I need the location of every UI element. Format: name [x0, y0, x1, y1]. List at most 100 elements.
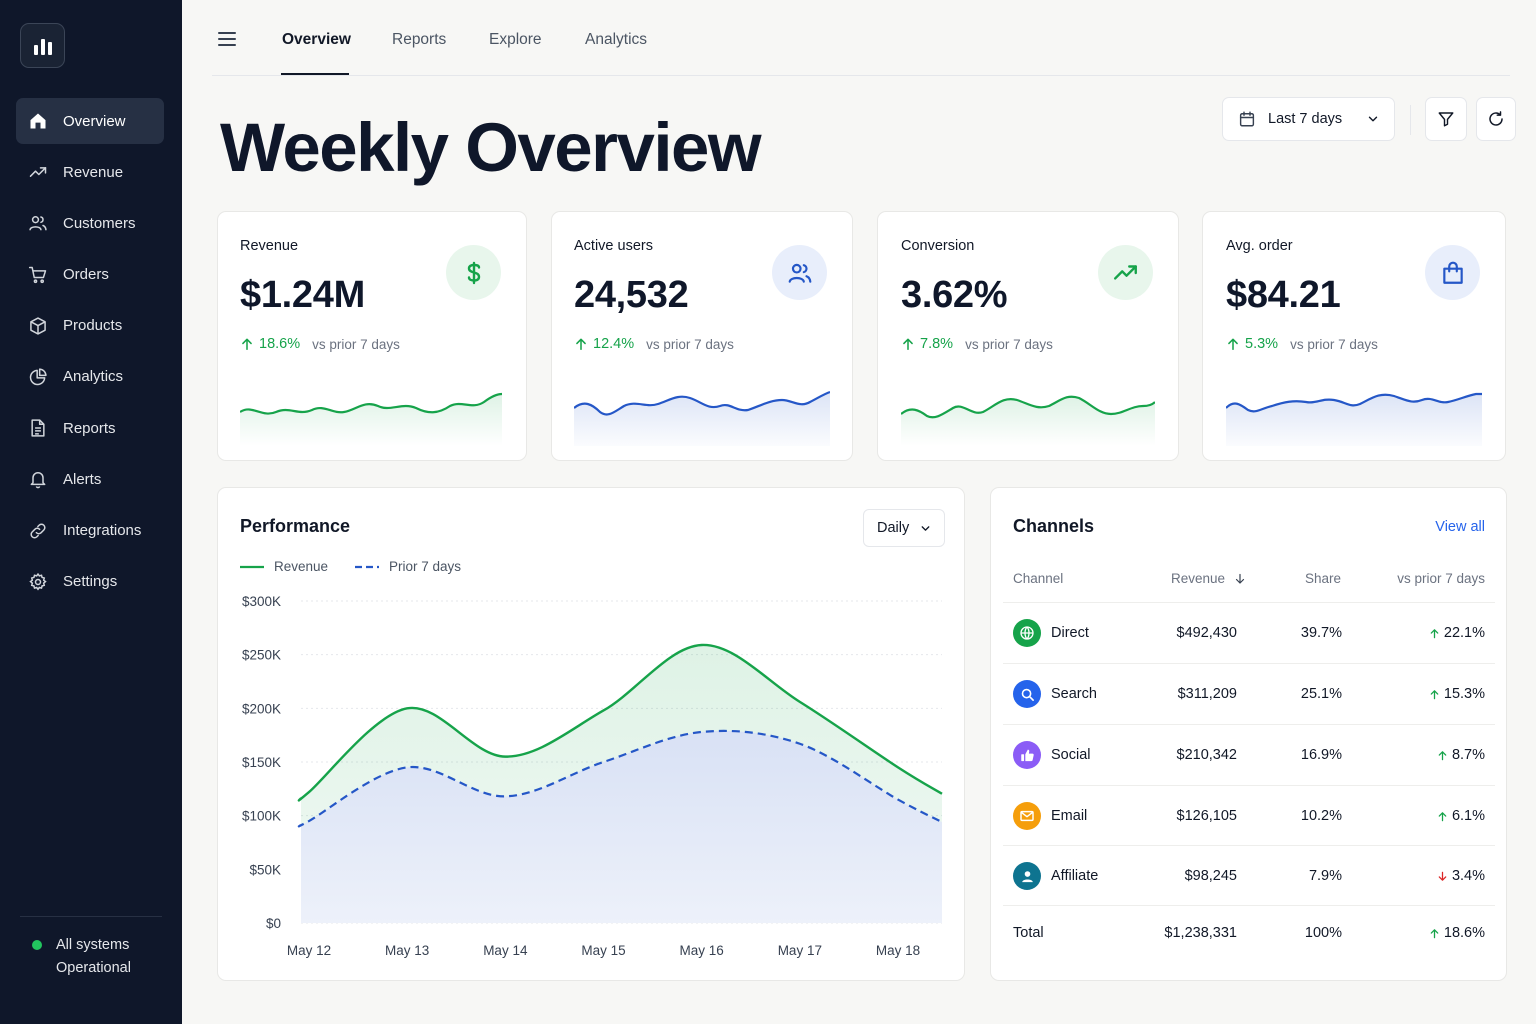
- channel-change: 6.1%: [1437, 808, 1485, 824]
- arrow-up-icon: [903, 338, 913, 351]
- filter-icon: [1438, 112, 1454, 127]
- channel-row[interactable]: Social $210,342 16.9% 8.7%: [1003, 724, 1495, 784]
- sidebar-item-settings[interactable]: Settings: [16, 559, 164, 605]
- sidebar-nav: Overview Revenue Customers Orders Produc…: [16, 98, 164, 610]
- filter-button[interactable]: [1425, 97, 1467, 141]
- channels-card: Channels View all Channel Revenue Share …: [990, 487, 1507, 981]
- calendar-icon: [1239, 111, 1255, 127]
- total-row: Total $1,238,331 100% 18.6%: [1003, 905, 1495, 965]
- channel-share: 10.2%: [1300, 808, 1342, 824]
- kpi-change: 7.8% vs prior 7 days: [901, 336, 1053, 352]
- status-dot: [32, 940, 42, 950]
- arrow-up-icon: [1438, 811, 1447, 821]
- tab-explore[interactable]: Explore: [489, 31, 542, 49]
- tab-overview[interactable]: Overview: [282, 31, 351, 49]
- conversion-sparkline: [901, 395, 1155, 446]
- channel-change: 15.3%: [1429, 686, 1485, 702]
- refresh-button[interactable]: [1476, 97, 1516, 141]
- box-icon: [30, 317, 46, 335]
- kpi-label: Revenue: [240, 238, 299, 254]
- chart-series: [297, 643, 943, 923]
- arrow-down-icon: [1438, 871, 1447, 881]
- kpi-value: 24,532: [574, 274, 689, 316]
- channel-name: Search: [1051, 686, 1097, 702]
- performance-chart: $300K $250K $200K $150K $100K $50K $0 May 12 May…: [242, 594, 943, 958]
- trending-up-icon: [1113, 264, 1137, 280]
- system-status: All systems Operational: [32, 934, 131, 980]
- sidebar-item-revenue[interactable]: Revenue: [16, 149, 164, 195]
- performance-card: Performance Daily Revenue Prior 7 days $…: [217, 487, 965, 981]
- sidebar-item-overview[interactable]: Overview: [16, 98, 164, 144]
- view-all-link[interactable]: View all: [1435, 519, 1485, 535]
- status-line-2: Operational: [56, 960, 131, 976]
- revenue-sparkline: [240, 392, 502, 446]
- channel-name: Email: [1051, 808, 1088, 824]
- user-icon: [1021, 870, 1033, 882]
- column-header-share[interactable]: Share: [1305, 571, 1341, 586]
- channel-row[interactable]: Search $311,209 25.1% 15.3%: [1003, 663, 1495, 723]
- kpi-change-value: 12.4%: [593, 336, 635, 352]
- sidebar-item-label: Integrations: [63, 522, 142, 539]
- channel-revenue: $311,209: [1177, 686, 1237, 702]
- y-tick-label: $200K: [242, 701, 281, 716]
- dollar-icon: [467, 261, 480, 284]
- sidebar-item-analytics[interactable]: Analytics: [16, 354, 164, 400]
- kpi-card-avg-order: Avg. order $84.21 5.3% vs prior 7 days: [1202, 211, 1506, 461]
- sidebar-item-label: Revenue: [63, 163, 124, 181]
- arrow-up-icon: [1438, 750, 1447, 760]
- column-header-change[interactable]: vs prior 7 days: [1397, 571, 1485, 586]
- kpi-icon-badge: [1098, 245, 1153, 300]
- channel-share: 16.9%: [1300, 747, 1342, 763]
- status-line-1: All systems: [56, 937, 130, 953]
- channel-revenue: $210,342: [1176, 747, 1237, 763]
- users-icon: [29, 216, 47, 231]
- channel-row[interactable]: Email $126,105 10.2% 6.1%: [1003, 785, 1495, 845]
- channel-change-value: 3.4%: [1451, 868, 1485, 884]
- tab-reports[interactable]: Reports: [392, 31, 446, 49]
- channel-change-value: 6.1%: [1451, 808, 1485, 824]
- y-tick-label: $100K: [242, 809, 281, 824]
- sidebar-item-products[interactable]: Products: [16, 303, 164, 349]
- active-users-sparkline: [574, 390, 830, 446]
- x-tick-label: May 14: [483, 943, 528, 958]
- channel-share: 25.1%: [1300, 686, 1342, 702]
- sidebar-item-alerts[interactable]: Alerts: [16, 456, 164, 502]
- chevron-down-icon: [1368, 116, 1378, 122]
- sidebar-item-customers[interactable]: Customers: [16, 200, 164, 246]
- channel-revenue: $492,430: [1176, 625, 1237, 641]
- total-change-value: 18.6%: [1443, 925, 1485, 941]
- kpi-change: 5.3% vs prior 7 days: [1226, 336, 1378, 352]
- tab-analytics[interactable]: Analytics: [585, 31, 647, 49]
- sidebar-item-label: Settings: [63, 573, 118, 591]
- x-tick-label: May 15: [581, 943, 625, 958]
- y-tick-label: $300K: [242, 594, 281, 609]
- column-header-revenue[interactable]: Revenue: [1171, 571, 1246, 586]
- sidebar-item-reports[interactable]: Reports: [16, 405, 164, 451]
- x-tick-label: May 17: [778, 943, 822, 958]
- kpi-comparison: vs prior 7 days: [646, 336, 734, 352]
- y-tick-label: $0: [266, 916, 281, 931]
- menu-icon[interactable]: [218, 32, 236, 48]
- y-tick-label: $150K: [242, 755, 281, 770]
- column-header-channel[interactable]: Channel: [1013, 571, 1063, 586]
- sort-desc-icon: [1235, 573, 1245, 584]
- channels-title: Channels: [1013, 516, 1095, 536]
- x-tick-label: May 12: [287, 943, 331, 958]
- sidebar-item-orders[interactable]: Orders: [16, 252, 164, 298]
- top-nav: Overview Reports Explore Analytics: [212, 0, 1510, 76]
- sidebar-item-label: Orders: [63, 266, 109, 284]
- bar-chart-icon: [33, 38, 52, 55]
- channel-row[interactable]: Direct $492,430 39.7% 22.1%: [1003, 602, 1495, 662]
- sidebar-item-label: Customers: [63, 214, 136, 232]
- channel-row[interactable]: Affiliate $98,245 7.9% 3.4%: [1003, 845, 1495, 905]
- sidebar-item-label: Analytics: [63, 368, 124, 386]
- x-tick-label: May 13: [385, 943, 429, 958]
- date-range-select[interactable]: Last 7 days: [1222, 97, 1395, 141]
- channel-icon-badge: [1013, 741, 1041, 769]
- app-logo[interactable]: [20, 23, 65, 68]
- channel-change-value: 8.7%: [1451, 747, 1485, 763]
- channel-name: Social: [1051, 747, 1091, 763]
- sidebar-item-integrations[interactable]: Integrations: [16, 508, 164, 554]
- arrow-up-icon: [1228, 338, 1238, 351]
- kpi-label: Active users: [574, 238, 653, 254]
